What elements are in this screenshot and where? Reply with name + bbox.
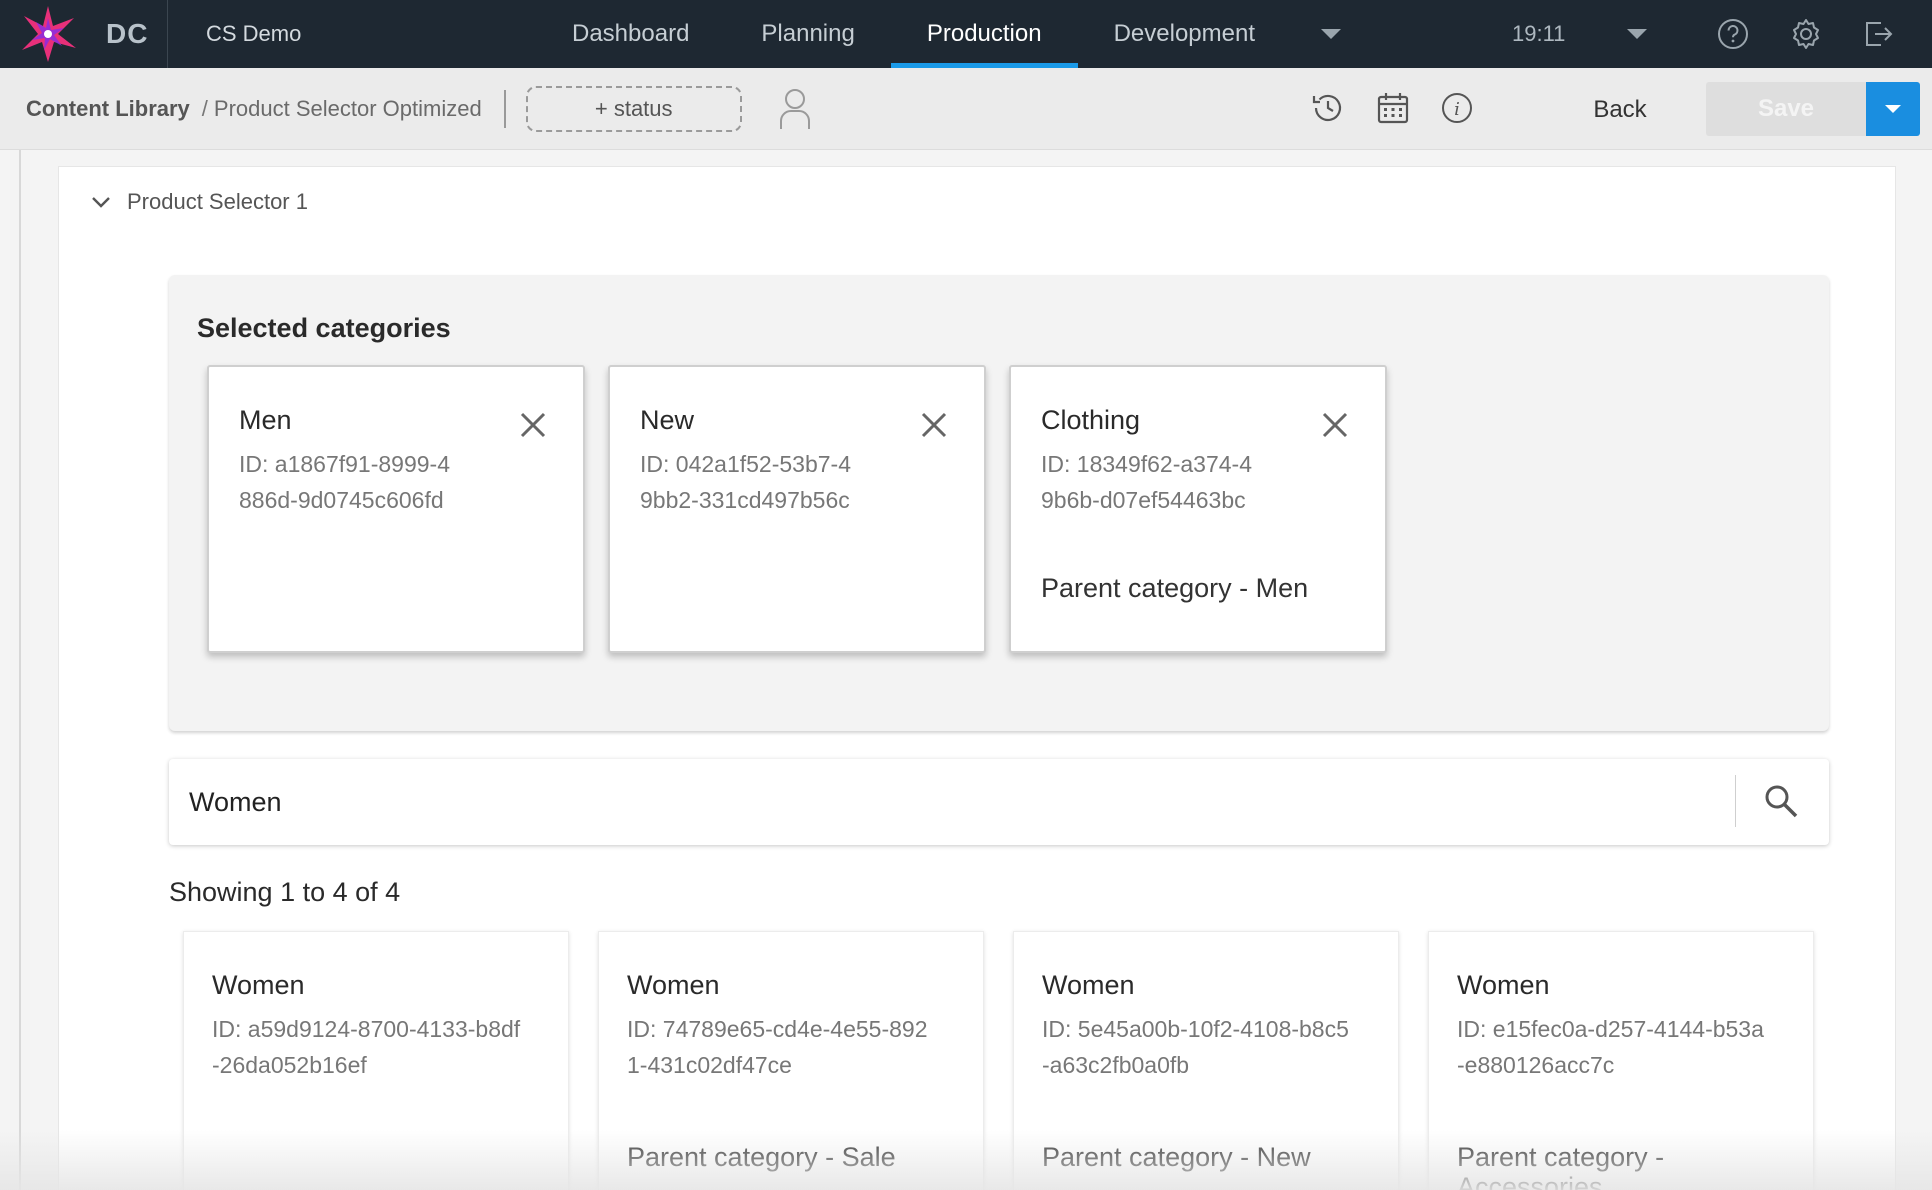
category-name: Women bbox=[1457, 970, 1550, 1000]
category-name: Clothing bbox=[1041, 405, 1141, 435]
chevron-down-icon bbox=[1885, 105, 1901, 113]
top-nav-bar: DC CS Demo Dashboard Planning Production… bbox=[0, 0, 1932, 68]
save-options-dropdown[interactable] bbox=[1866, 82, 1920, 136]
selected-category-card: New ID: 042a1f52-53b7-49bb2-331cd497b56c bbox=[608, 365, 986, 653]
history-icon[interactable] bbox=[1308, 88, 1348, 128]
category-id: ID: 74789e65-cd4e-4e55-8921-431c02df47ce bbox=[627, 1016, 928, 1078]
breadcrumb-root[interactable]: Content Library bbox=[26, 96, 190, 122]
selected-categories-box: Selected categories Men ID: a1867f91-899… bbox=[169, 275, 1829, 731]
search-input[interactable] bbox=[189, 777, 1709, 827]
hub-name[interactable]: CS Demo bbox=[206, 21, 536, 47]
category-id: ID: e15fec0a-d257-4144-b53a-e880126acc7c bbox=[1457, 1016, 1764, 1078]
tab-dashboard[interactable]: Dashboard bbox=[536, 0, 725, 68]
breadcrumb-current: Product Selector Optimized bbox=[213, 95, 482, 121]
category-id: ID: 042a1f52-53b7-49bb2-331cd497b56c bbox=[640, 451, 851, 513]
category-id: ID: 5e45a00b-10f2-4108-b8c5-a63c2fb0a0fb bbox=[1042, 1016, 1349, 1078]
category-name: Women bbox=[212, 970, 305, 1000]
category-name: Women bbox=[1042, 970, 1135, 1000]
result-category-card[interactable]: Women ID: 5e45a00b-10f2-4108-b8c5-a63c2f… bbox=[1013, 931, 1399, 1190]
category-parent: Parent category - Men bbox=[1041, 573, 1309, 603]
add-status-button[interactable]: + status bbox=[525, 85, 742, 132]
close-icon[interactable] bbox=[918, 409, 950, 441]
nav-more-dropdown[interactable] bbox=[1291, 0, 1371, 68]
help-icon[interactable] bbox=[1713, 14, 1753, 54]
time-selector[interactable]: 19:11 bbox=[1512, 0, 1648, 68]
category-name: Men bbox=[239, 405, 292, 435]
search-divider bbox=[1735, 775, 1736, 827]
back-button[interactable]: Back bbox=[1570, 88, 1670, 132]
category-search-box bbox=[169, 759, 1829, 845]
category-id: ID: a1867f91-8999-4886d-9d0745c606fd bbox=[239, 451, 450, 513]
category-name: New bbox=[640, 405, 695, 435]
chevron-down-icon bbox=[1627, 29, 1648, 39]
tab-development[interactable]: Development bbox=[1078, 0, 1291, 68]
close-icon[interactable] bbox=[517, 409, 549, 441]
category-name: Women bbox=[627, 970, 720, 1000]
toolbar-divider bbox=[503, 89, 506, 128]
logout-icon[interactable] bbox=[1858, 14, 1898, 54]
selected-category-card: Clothing ID: 18349f62-a374-49b6b-d07ef54… bbox=[1009, 365, 1387, 653]
selected-category-card: Men ID: a1867f91-8999-4886d-9d0745c606fd bbox=[207, 365, 585, 653]
section-header[interactable]: Product Selector 1 bbox=[91, 189, 308, 215]
settings-icon[interactable] bbox=[1786, 14, 1826, 54]
logo-area: DC bbox=[0, 0, 168, 68]
chevron-down-icon bbox=[1321, 29, 1342, 39]
breadcrumb-separator: / bbox=[201, 95, 208, 121]
search-icon[interactable] bbox=[1759, 779, 1803, 823]
category-parent: Parent category - New bbox=[1042, 1142, 1311, 1172]
app-logo-text: DC bbox=[106, 18, 149, 49]
category-parent: Parent category - Sale bbox=[627, 1142, 896, 1172]
section-title: Product Selector 1 bbox=[127, 189, 308, 214]
info-icon[interactable]: i bbox=[1437, 88, 1477, 128]
selected-categories-title: Selected categories bbox=[197, 313, 451, 343]
close-icon[interactable] bbox=[1319, 409, 1351, 441]
tab-planning[interactable]: Planning bbox=[725, 0, 890, 68]
product-selector-panel: Product Selector 1 Selected categories M… bbox=[58, 166, 1896, 1190]
logo-icon bbox=[22, 6, 76, 62]
result-category-card[interactable]: Women ID: a59d9124-8700-4133-b8df-26da05… bbox=[183, 931, 569, 1190]
results-summary: Showing 1 to 4 of 4 bbox=[169, 877, 401, 907]
main-nav: Dashboard Planning Production Developmen… bbox=[536, 0, 1371, 68]
svg-text:i: i bbox=[1454, 99, 1460, 120]
calendar-icon[interactable] bbox=[1373, 88, 1413, 128]
left-rule bbox=[19, 150, 21, 1190]
category-parent: Parent category - Accessories bbox=[1457, 1142, 1665, 1190]
user-icon[interactable] bbox=[778, 87, 812, 131]
category-id: ID: a59d9124-8700-4133-b8df-26da052b16ef bbox=[212, 1016, 521, 1078]
result-category-card[interactable]: Women ID: 74789e65-cd4e-4e55-8921-431c02… bbox=[598, 931, 984, 1190]
current-time: 19:11 bbox=[1512, 21, 1566, 46]
tab-production[interactable]: Production bbox=[890, 0, 1078, 68]
result-category-card[interactable]: Women ID: e15fec0a-d257-4144-b53a-e88012… bbox=[1428, 931, 1814, 1190]
save-button[interactable]: Save bbox=[1706, 82, 1866, 136]
chevron-down-icon[interactable] bbox=[91, 195, 111, 209]
category-id: ID: 18349f62-a374-49b6b-d07ef54463bc bbox=[1041, 451, 1252, 513]
